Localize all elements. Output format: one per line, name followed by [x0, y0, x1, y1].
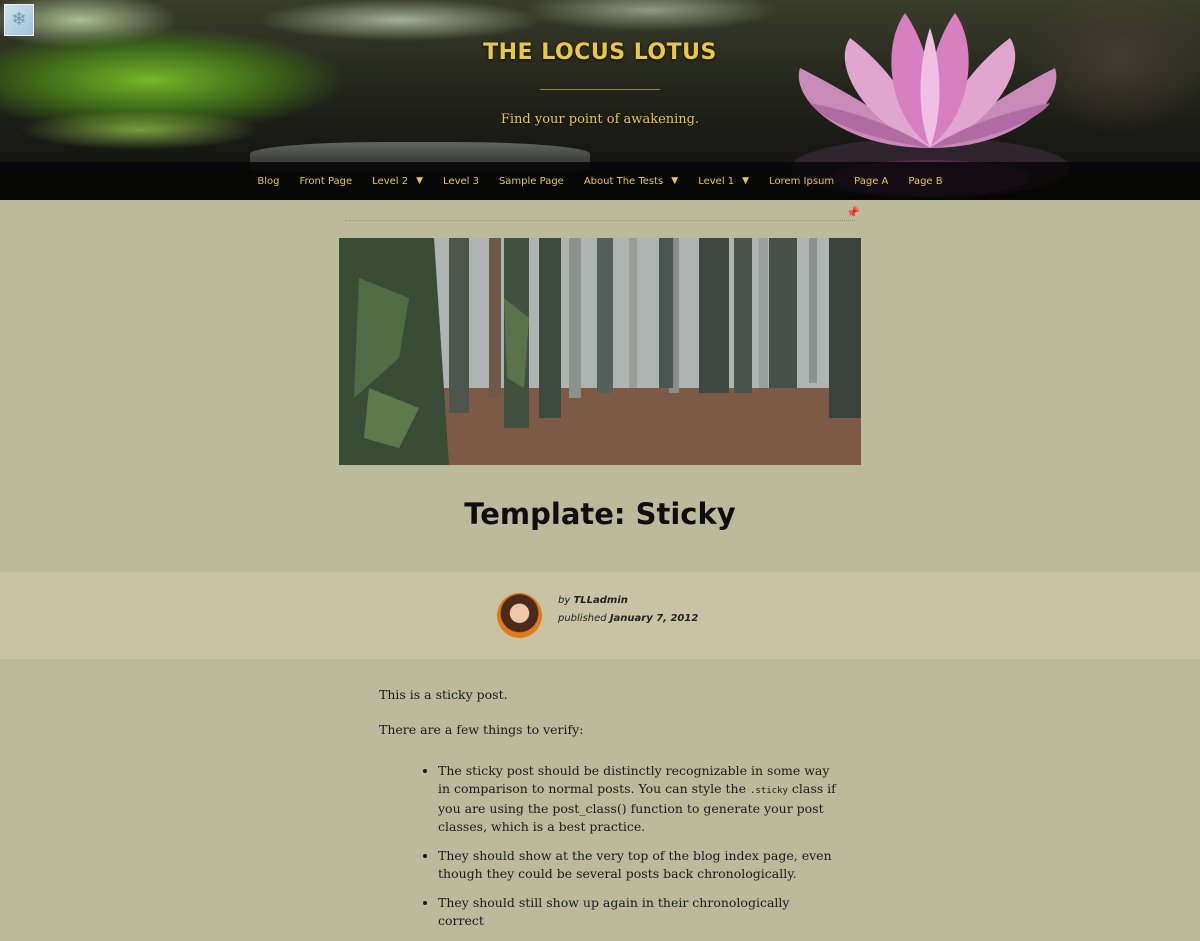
post-intro: This is a sticky post. [379, 687, 508, 702]
nav-item-blog[interactable]: Blog [257, 176, 279, 187]
sticky-code: .sticky [749, 786, 788, 796]
nav-item-front-page[interactable]: Front Page [299, 176, 352, 187]
nav-label: Blog [257, 175, 280, 187]
author-prefix: by [558, 595, 571, 606]
title-divider [540, 89, 660, 90]
post-author: by TLLadmin [558, 595, 628, 606]
nav-label: Page A [854, 175, 889, 187]
nav-label: Front Page [299, 175, 353, 187]
site-title[interactable]: THE LOCUS LOTUS [0, 40, 1200, 65]
forest-illustration [339, 238, 861, 465]
nav-item-level-3[interactable]: Level 3 [443, 176, 479, 187]
nav-label: Level 2 [372, 175, 409, 187]
author-link[interactable]: TLLadmin [573, 595, 627, 606]
avatar[interactable] [497, 593, 542, 638]
nav-item-sample-page[interactable]: Sample Page [499, 176, 564, 187]
published-prefix: published [558, 613, 607, 624]
nav-item-level-2[interactable]: Level 2 ▼ [372, 176, 423, 187]
post-verify-lead: There are a few things to verify: [379, 722, 584, 737]
nav-item-page-b[interactable]: Page B [908, 176, 942, 187]
primary-nav: Blog Front Page Level 2 ▼ Level 3 Sample … [0, 162, 1200, 200]
nav-label: Lorem Ipsum [769, 175, 835, 187]
verify-list: The sticky post should be distinctly rec… [420, 762, 838, 941]
nav-item-page-a[interactable]: Page A [854, 176, 888, 187]
nav-label: Level 3 [443, 175, 479, 187]
list-item: They should still show up again in their… [438, 894, 838, 930]
chevron-down-icon[interactable]: ▼ [742, 176, 749, 186]
chevron-down-icon[interactable]: ▼ [416, 176, 423, 186]
featured-image[interactable] [339, 238, 861, 465]
nav-label: About The Tests [583, 175, 664, 187]
post-title[interactable]: Template: Sticky [0, 497, 1200, 531]
list-item: They should show at the very top of the … [438, 847, 838, 883]
post-date: published January 7, 2012 [558, 613, 698, 624]
site-tagline: Find your point of awakening. [500, 112, 700, 127]
list-item: The sticky post should be distinctly rec… [438, 762, 838, 836]
chevron-down-icon[interactable]: ▼ [671, 176, 678, 186]
nav-label: Page B [908, 175, 943, 187]
nav-label: Level 1 [698, 175, 735, 187]
list-item-text: They should show at the very top of the … [438, 848, 832, 881]
pushpin-icon: 📌 [846, 206, 860, 219]
nav-item-level-1[interactable]: Level 1 ▼ [698, 176, 749, 187]
nav-label: Sample Page [498, 175, 564, 187]
nav-item-lorem-ipsum[interactable]: Lorem Ipsum [769, 176, 834, 187]
sticky-divider [345, 220, 855, 221]
site-header: ❄ THE LOCUS LOTUS Find your point of awa… [0, 0, 1200, 200]
nav-item-about-the-tests[interactable]: About The Tests ▼ [584, 176, 678, 187]
date-link[interactable]: January 7, 2012 [610, 613, 698, 624]
snowflake-icon[interactable]: ❄ [4, 4, 34, 36]
